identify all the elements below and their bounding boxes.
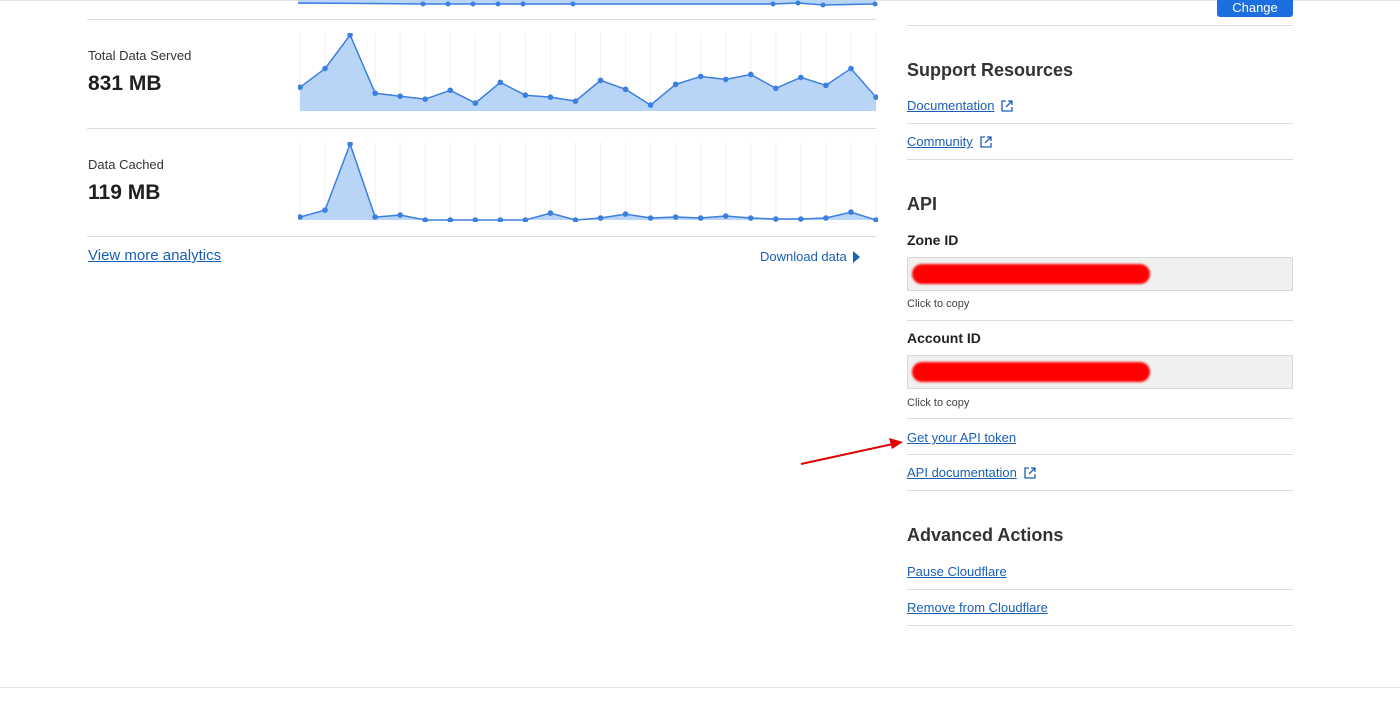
sparkline-point[interactable] bbox=[322, 207, 328, 213]
sparkline-point[interactable] bbox=[798, 74, 804, 81]
panel-divider bbox=[907, 589, 1293, 590]
total-data-served-sparkline bbox=[298, 33, 878, 111]
sparkline-point[interactable] bbox=[447, 87, 454, 94]
panel-divider bbox=[907, 123, 1293, 124]
sparkline-point[interactable] bbox=[823, 82, 829, 89]
panel-divider bbox=[907, 418, 1293, 419]
sparkline-point[interactable] bbox=[773, 216, 779, 222]
panel-divider bbox=[907, 159, 1293, 160]
get-api-token-link[interactable]: Get your API token bbox=[907, 430, 1016, 445]
sparkline-point[interactable] bbox=[597, 77, 604, 84]
sparkline-area bbox=[300, 35, 876, 111]
sparkline-point[interactable] bbox=[347, 142, 353, 147]
sparkline-point[interactable] bbox=[747, 71, 754, 78]
view-more-analytics-link[interactable]: View more analytics bbox=[88, 247, 221, 264]
row-divider bbox=[87, 128, 876, 129]
row-divider bbox=[87, 236, 876, 237]
sparkline-point[interactable] bbox=[873, 217, 878, 222]
panel-divider bbox=[907, 25, 1293, 26]
data-cached-sparkline bbox=[298, 142, 878, 222]
sparkline-point[interactable] bbox=[622, 86, 629, 93]
panel-divider bbox=[907, 454, 1293, 455]
sparkline-point[interactable] bbox=[672, 81, 679, 88]
sparkline-point[interactable] bbox=[647, 215, 654, 221]
external-link-icon bbox=[1001, 99, 1014, 112]
footer-divider bbox=[0, 687, 1400, 688]
api-documentation-label: API documentation bbox=[907, 465, 1017, 480]
panel-divider bbox=[907, 320, 1293, 321]
sparkline-point[interactable] bbox=[397, 212, 403, 218]
sparkline-point[interactable] bbox=[447, 217, 454, 222]
api-documentation-link[interactable]: API documentation bbox=[907, 465, 1036, 480]
sparkline-point[interactable] bbox=[697, 73, 704, 80]
sparkline-point[interactable] bbox=[547, 210, 554, 216]
support-resources-title: Support Resources bbox=[907, 60, 1074, 80]
download-data-link[interactable]: Download data bbox=[760, 249, 860, 264]
sparkline-point[interactable] bbox=[798, 216, 804, 222]
sparkline-point[interactable] bbox=[672, 214, 679, 220]
sparkline-point[interactable] bbox=[522, 92, 529, 99]
sparkline-point[interactable] bbox=[773, 85, 779, 92]
api-title: API bbox=[907, 194, 938, 214]
change-button[interactable]: Change bbox=[1217, 0, 1293, 17]
sparkline-point[interactable] bbox=[722, 213, 729, 219]
total-data-served-value: 831 MB bbox=[88, 72, 162, 95]
annotation-arrow bbox=[800, 438, 903, 465]
sparkline-point[interactable] bbox=[422, 217, 429, 222]
data-cached-label: Data Cached bbox=[88, 157, 164, 172]
sparkline-point[interactable] bbox=[848, 209, 854, 215]
sparkline-point[interactable] bbox=[848, 65, 854, 72]
row-divider bbox=[87, 19, 876, 20]
sparkline-point[interactable] bbox=[722, 76, 729, 83]
sparkline-point[interactable] bbox=[472, 217, 479, 222]
sparkline-area bbox=[300, 144, 876, 220]
sparkline-point[interactable] bbox=[823, 215, 829, 221]
remove-from-cloudflare-label: Remove from Cloudflare bbox=[907, 600, 1048, 615]
download-data-label: Download data bbox=[760, 249, 847, 264]
sparkline-point[interactable] bbox=[697, 215, 704, 221]
documentation-label: Documentation bbox=[907, 98, 995, 113]
remove-from-cloudflare-link[interactable]: Remove from Cloudflare bbox=[907, 600, 1048, 615]
advanced-actions-title: Advanced Actions bbox=[907, 525, 1064, 545]
sparkline-point[interactable] bbox=[422, 96, 429, 102]
data-cached-value: 119 MB bbox=[88, 181, 161, 204]
documentation-link[interactable]: Documentation bbox=[907, 98, 1014, 113]
sparkline-point[interactable] bbox=[322, 65, 328, 72]
account-id-field[interactable] bbox=[907, 355, 1293, 389]
total-data-served-label: Total Data Served bbox=[88, 48, 192, 63]
community-label: Community bbox=[907, 134, 973, 149]
panel-divider bbox=[907, 625, 1293, 626]
community-link[interactable]: Community bbox=[907, 134, 992, 149]
sparkline-point[interactable] bbox=[497, 79, 504, 86]
sparkline-point[interactable] bbox=[372, 90, 378, 97]
sparkline-point[interactable] bbox=[597, 215, 604, 221]
sparkline-point[interactable] bbox=[622, 211, 629, 217]
sparkline-point[interactable] bbox=[522, 217, 529, 222]
redaction-mark bbox=[912, 362, 1150, 382]
external-link-icon bbox=[1024, 466, 1036, 479]
redaction-mark bbox=[912, 264, 1150, 284]
account-id-label: Account ID bbox=[907, 330, 981, 346]
account-id-copy-hint: Click to copy bbox=[907, 397, 970, 409]
panel-divider bbox=[907, 490, 1293, 491]
sparkline-point[interactable] bbox=[647, 102, 654, 108]
play-triangle-icon bbox=[852, 250, 860, 263]
sparkline-point[interactable] bbox=[547, 94, 554, 100]
sparkline-point[interactable] bbox=[397, 93, 403, 99]
partial-sparkline bbox=[298, 0, 878, 8]
sparkline-line bbox=[299, 142, 877, 221]
sparkline-point[interactable] bbox=[472, 100, 479, 106]
zone-id-label: Zone ID bbox=[907, 232, 959, 248]
get-api-token-label: Get your API token bbox=[907, 430, 1017, 445]
sparkline-point[interactable] bbox=[572, 217, 579, 222]
sparkline-point[interactable] bbox=[747, 215, 754, 221]
pause-cloudflare-label: Pause Cloudflare bbox=[907, 564, 1007, 579]
pause-cloudflare-link[interactable]: Pause Cloudflare bbox=[907, 564, 1007, 579]
sparkline-point[interactable] bbox=[497, 217, 504, 222]
zone-id-field[interactable] bbox=[907, 257, 1293, 291]
sparkline-point[interactable] bbox=[372, 214, 378, 220]
sparkline-point[interactable] bbox=[572, 98, 579, 104]
external-link-icon bbox=[980, 135, 992, 148]
zone-id-copy-hint: Click to copy bbox=[907, 298, 970, 310]
